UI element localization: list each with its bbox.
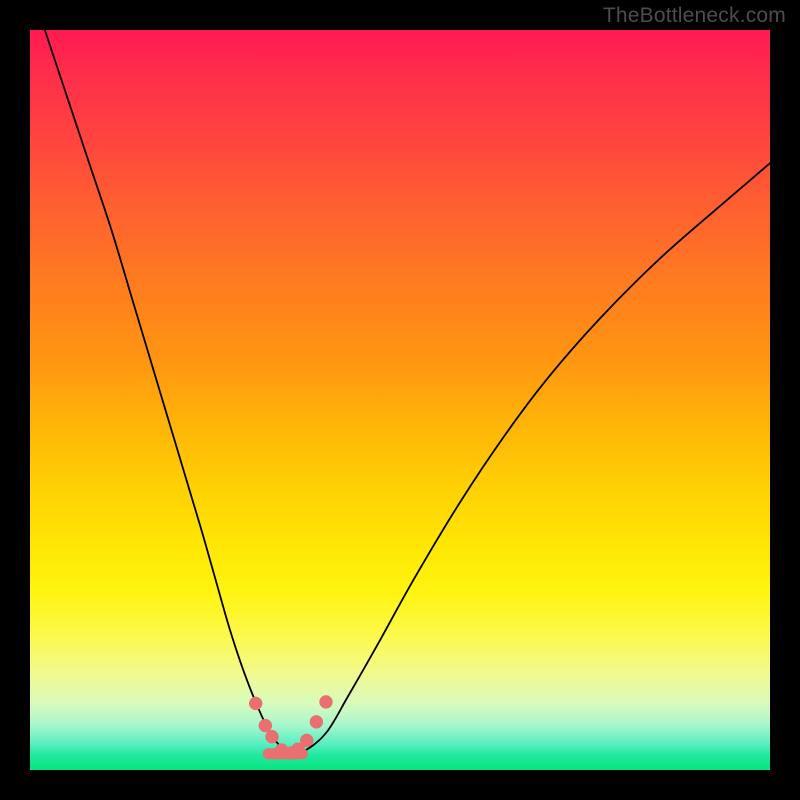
marker-dot: [259, 719, 272, 732]
watermark-text: TheBottleneck.com: [603, 4, 786, 28]
curve-right: [293, 163, 770, 755]
bottleneck-markers: [249, 695, 332, 759]
marker-dot: [265, 730, 278, 743]
marker-dot: [320, 695, 333, 708]
marker-dot: [300, 734, 313, 747]
plot-area: [30, 30, 770, 770]
marker-dot: [310, 715, 323, 728]
curve-left: [45, 30, 293, 755]
marker-dot: [249, 697, 262, 710]
chart-frame: TheBottleneck.com: [0, 0, 800, 800]
bottleneck-curve: [30, 30, 770, 770]
